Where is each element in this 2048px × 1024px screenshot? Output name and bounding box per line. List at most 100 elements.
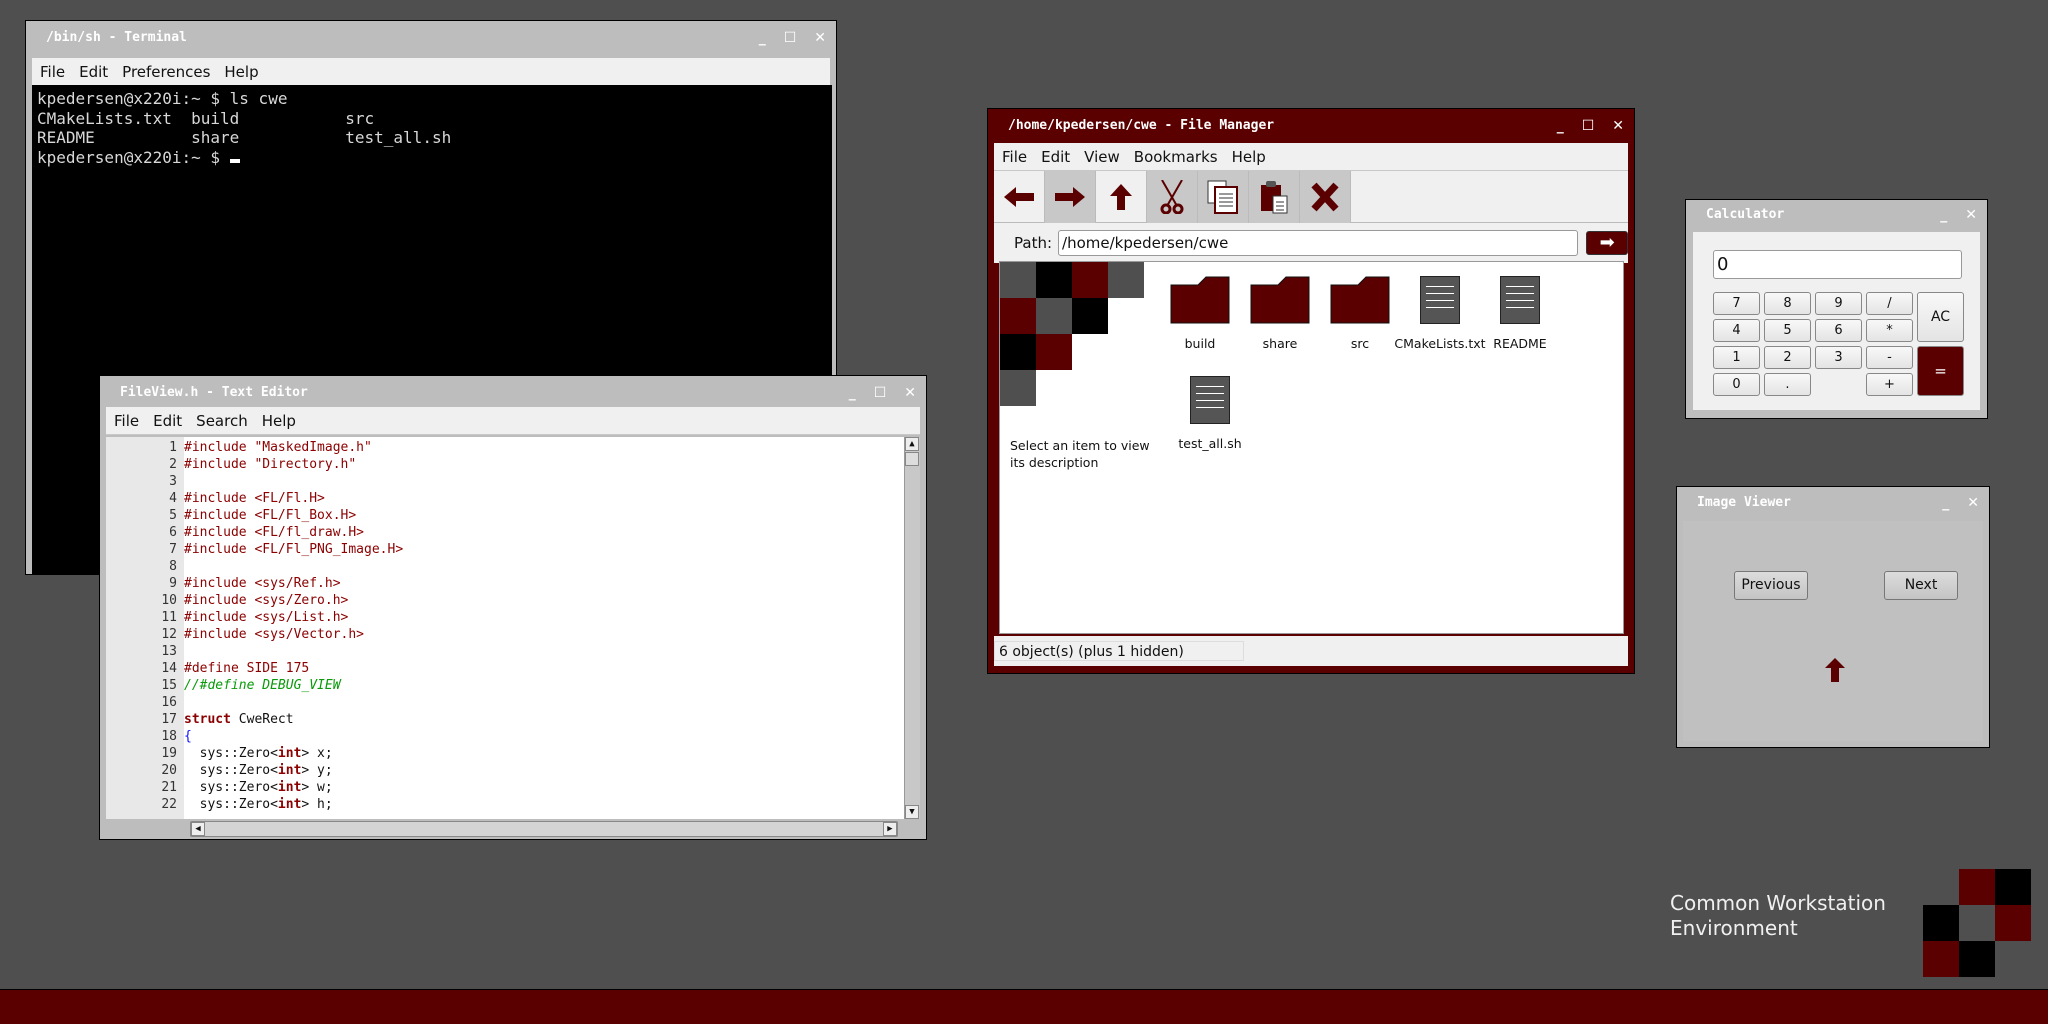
horizontal-scrollbar[interactable]: ◀ ▶: [190, 821, 898, 837]
key-button[interactable]: 8: [1764, 292, 1811, 315]
scroll-thumb[interactable]: [905, 452, 919, 466]
terminal-line: CMakeLists.txt build src: [37, 108, 375, 128]
file-name: test_all.sh: [1178, 436, 1242, 451]
close-icon[interactable]: ✕: [904, 376, 916, 410]
key-button[interactable]: 4: [1713, 319, 1760, 342]
key-button[interactable]: +: [1866, 373, 1913, 396]
key-button[interactable]: /: [1866, 292, 1913, 315]
menu-view[interactable]: View: [1084, 148, 1120, 166]
key-button[interactable]: 1: [1713, 346, 1760, 369]
preview-tile: [1000, 334, 1036, 370]
window-title: Image Viewer: [1697, 495, 1791, 510]
copy-button[interactable]: [1198, 171, 1249, 223]
close-icon[interactable]: ✕: [1612, 109, 1624, 143]
preview-tile: [1108, 262, 1144, 298]
taskbar[interactable]: [0, 989, 2048, 1024]
calculator-titlebar[interactable]: Calculator _ ✕: [1686, 200, 1987, 232]
vertical-scrollbar[interactable]: ▲ ▼: [904, 437, 920, 819]
previous-button[interactable]: Previous: [1734, 571, 1808, 600]
minimize-icon[interactable]: _: [1940, 200, 1947, 230]
window-title: FileView.h - Text Editor: [120, 385, 308, 400]
scroll-up-icon[interactable]: ▲: [905, 437, 919, 451]
minimize-icon[interactable]: _: [1557, 109, 1564, 143]
menu-preferences[interactable]: Preferences: [122, 63, 210, 81]
maximize-icon[interactable]: ☐: [784, 21, 797, 55]
terminal-line: kpedersen@x220i:~ $ ls cwe: [37, 89, 288, 108]
file-name: README: [1493, 336, 1547, 351]
path-input[interactable]: [1058, 230, 1579, 256]
line-number: 16: [161, 695, 177, 710]
code-line: 16: [106, 694, 904, 711]
code-line: 1 #include "MaskedImage.h": [106, 439, 904, 456]
line-number: 13: [161, 644, 177, 659]
key-button[interactable]: 7: [1713, 292, 1760, 315]
file-view[interactable]: Select an item to view its description b…: [999, 261, 1624, 634]
code-token: #include <sys/Zero.h>: [184, 593, 349, 608]
code-line: 10 #include <sys/Zero.h>: [106, 592, 904, 609]
forward-button[interactable]: [1045, 171, 1096, 223]
code-line: 22 sys::Zero<int> h;: [106, 796, 904, 813]
key-button[interactable]: -: [1866, 346, 1913, 369]
line-number: 22: [161, 797, 177, 812]
menu-edit[interactable]: Edit: [1041, 148, 1070, 166]
copy-icon: [1207, 180, 1238, 214]
minimize-icon[interactable]: _: [849, 376, 856, 410]
code-token: #include "MaskedImage.h": [184, 440, 372, 455]
key-button[interactable]: 0: [1713, 373, 1760, 396]
line-number: 1: [169, 440, 177, 455]
arrow-right-icon: ➡: [1599, 232, 1615, 253]
menu-help[interactable]: Help: [262, 412, 296, 430]
line-number: 9: [169, 576, 177, 591]
key-button[interactable]: 2: [1764, 346, 1811, 369]
menu-help[interactable]: Help: [1232, 148, 1266, 166]
delete-button[interactable]: [1300, 171, 1351, 223]
menu-search[interactable]: Search: [196, 412, 248, 430]
key-button[interactable]: 5: [1764, 319, 1811, 342]
close-icon[interactable]: ✕: [1967, 487, 1979, 519]
minimize-icon[interactable]: _: [759, 21, 766, 55]
menu-help[interactable]: Help: [224, 63, 258, 81]
menu-file[interactable]: File: [114, 412, 139, 430]
key-button[interactable]: 3: [1815, 346, 1862, 369]
file-item[interactable]: test_all.sh: [1160, 376, 1260, 451]
cut-button[interactable]: [1147, 171, 1198, 223]
menu-bookmarks[interactable]: Bookmarks: [1134, 148, 1218, 166]
close-icon[interactable]: ✕: [814, 21, 826, 55]
minimize-icon[interactable]: _: [1942, 487, 1949, 519]
maximize-icon[interactable]: ☐: [1582, 109, 1595, 143]
filemanager-titlebar[interactable]: /home/kpedersen/cwe - File Manager _ ☐ ✕: [988, 109, 1634, 143]
equals-button[interactable]: =: [1917, 346, 1964, 396]
scroll-left-icon[interactable]: ◀: [191, 822, 205, 836]
code-line: 6 #include <FL/fl_draw.H>: [106, 524, 904, 541]
menu-edit[interactable]: Edit: [79, 63, 108, 81]
key-button[interactable]: .: [1764, 373, 1811, 396]
back-button[interactable]: [994, 171, 1045, 223]
scroll-down-icon[interactable]: ▼: [905, 805, 919, 819]
terminal-titlebar[interactable]: /bin/sh - Terminal _ ☐ ✕: [26, 21, 836, 55]
scroll-right-icon[interactable]: ▶: [883, 822, 897, 836]
go-button[interactable]: ➡: [1586, 231, 1628, 255]
preview-tile: [1000, 370, 1036, 406]
imageviewer-titlebar[interactable]: Image Viewer _ ✕: [1677, 487, 1989, 519]
key-button[interactable]: 6: [1815, 319, 1862, 342]
menu-edit[interactable]: Edit: [153, 412, 182, 430]
line-number: 8: [169, 559, 177, 574]
logo-tile: [1923, 941, 1959, 977]
key-button[interactable]: *: [1866, 319, 1913, 342]
file-item[interactable]: README: [1470, 276, 1570, 351]
up-button[interactable]: [1096, 171, 1147, 223]
document-icon: [1420, 276, 1460, 324]
item-description: Select an item to view its description: [1010, 438, 1150, 470]
key-button[interactable]: 9: [1815, 292, 1862, 315]
close-icon[interactable]: ✕: [1965, 200, 1977, 230]
code-area[interactable]: 1 #include "MaskedImage.h" 2 #include "Dire…: [106, 437, 920, 837]
code-line: 21 sys::Zero<int> w;: [106, 779, 904, 796]
terminal-line: README share test_all.sh: [37, 128, 452, 147]
paste-button[interactable]: [1249, 171, 1300, 223]
menu-file[interactable]: File: [1002, 148, 1027, 166]
line-number: 18: [161, 729, 177, 744]
menu-file[interactable]: File: [40, 63, 65, 81]
next-button[interactable]: Next: [1884, 571, 1958, 600]
maximize-icon[interactable]: ☐: [874, 376, 887, 410]
clear-button[interactable]: AC: [1917, 292, 1964, 342]
